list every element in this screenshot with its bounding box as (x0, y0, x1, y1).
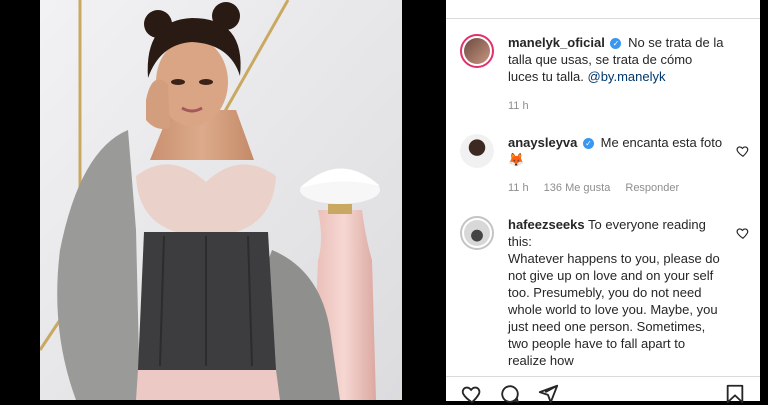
comment-likes[interactable]: 136 Me gusta (544, 182, 611, 194)
comment-like-heart-icon[interactable] (736, 226, 750, 240)
avatar[interactable] (460, 216, 494, 250)
avatar[interactable] (460, 34, 494, 68)
comment-username[interactable]: anaysleyva (508, 135, 577, 150)
caption-mention[interactable]: @by.manelyk (588, 69, 666, 84)
send-icon[interactable] (536, 383, 560, 405)
comment-like-heart-icon[interactable] (736, 144, 750, 158)
caption-meta: 11 h (508, 100, 541, 112)
comment-icon[interactable] (498, 383, 522, 405)
comment-body: To everyone reading this: Whatever happe… (508, 217, 720, 368)
avatar[interactable] (460, 134, 494, 168)
post-image[interactable] (40, 0, 402, 400)
comment-text: hafeezseeks To everyone reading this: Wh… (508, 216, 726, 369)
caption-text: manelyk_oficial ✓ No se trata de la tall… (508, 34, 726, 85)
caption-time[interactable]: 11 h (508, 100, 529, 112)
comment-item: anaysleyva ✓ Me encanta esta foto 🦊 11 h… (460, 134, 750, 202)
comment-item: hafeezseeks To everyone reading this: Wh… (460, 216, 750, 376)
comments-panel: manelyk_oficial ✓ No se trata de la tall… (446, 0, 760, 404)
post-actions-bar (446, 376, 760, 404)
comment-text: anaysleyva ✓ Me encanta esta foto 🦊 (508, 134, 726, 168)
caption-username[interactable]: manelyk_oficial (508, 35, 605, 50)
post-caption: manelyk_oficial ✓ No se trata de la tall… (460, 34, 750, 124)
post-photo-illustration (40, 0, 402, 400)
comment-meta: 11 h 136 Me gusta Responder (508, 182, 691, 194)
verified-badge-icon: ✓ (583, 138, 595, 149)
panel-header-strip (446, 0, 760, 19)
comment-username[interactable]: hafeezseeks (508, 217, 585, 232)
bookmark-icon[interactable] (724, 383, 746, 405)
heart-icon[interactable] (460, 383, 484, 405)
comment-time[interactable]: 11 h (508, 182, 529, 194)
reply-button[interactable]: Responder (625, 182, 679, 194)
right-backdrop (760, 0, 768, 400)
verified-badge-icon: ✓ (610, 38, 622, 49)
